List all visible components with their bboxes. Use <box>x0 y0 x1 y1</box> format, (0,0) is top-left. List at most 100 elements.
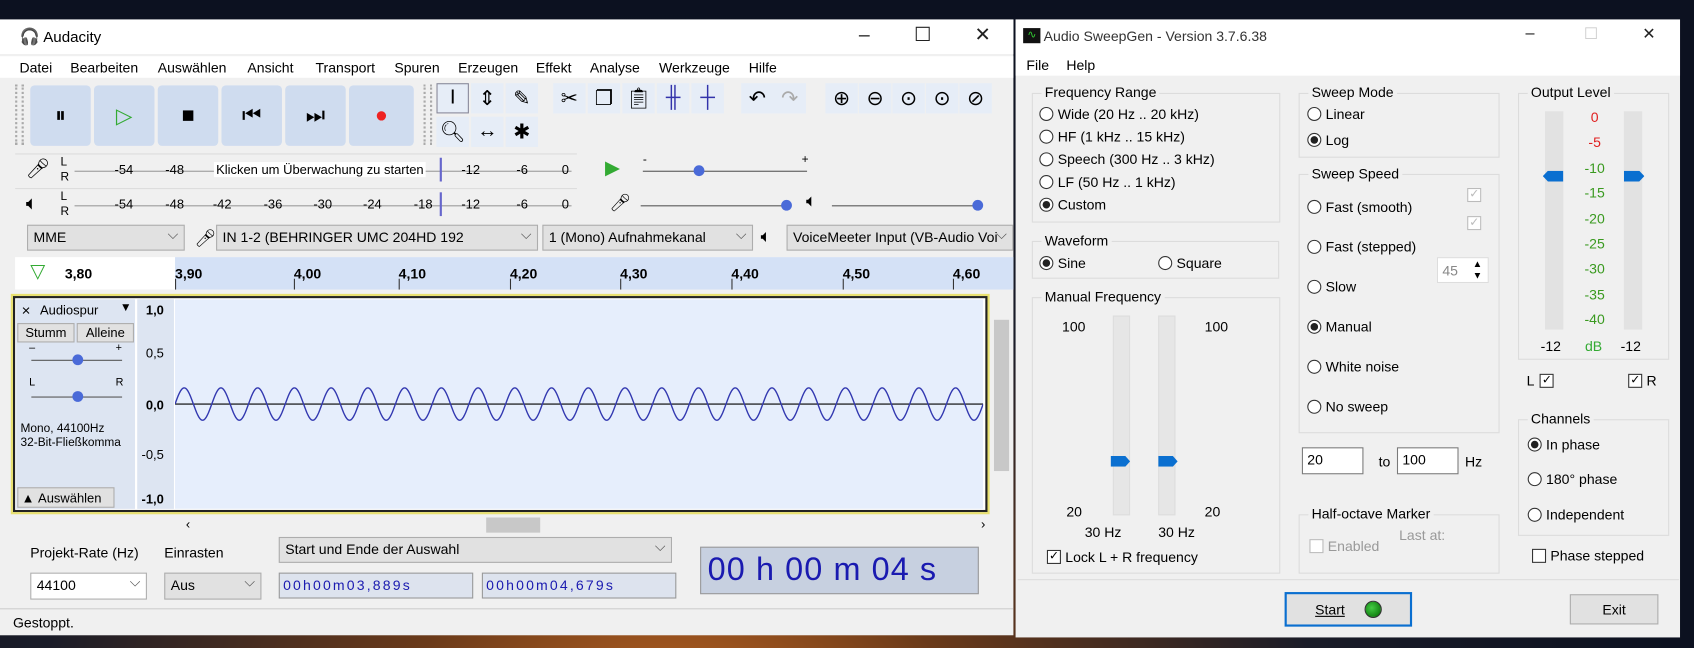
right-channel-checkbox[interactable]: ✓ R <box>1628 373 1657 389</box>
radio-frequency-range[interactable]: Custom <box>1039 197 1106 213</box>
recording-channels-select[interactable]: 1 (Mono) Aufnahmekanal <box>542 224 754 251</box>
monitor-hint[interactable]: Klicken um Überwachung zu starten <box>213 162 426 178</box>
radio-180-phase[interactable]: 180° phase <box>1527 471 1617 487</box>
radio-sweep-speed[interactable]: Manual <box>1307 319 1372 335</box>
phase-stepped-checkbox[interactable]: Phase stepped <box>1532 548 1644 564</box>
close-button[interactable]: ✕ <box>975 24 991 47</box>
recording-volume-slider[interactable] <box>781 199 792 211</box>
left-channel-checkbox[interactable]: L ✓ <box>1527 373 1559 389</box>
playback-meter[interactable]: 🔈︎ L R -54 -48 -42 -36 -30 -24 -18 -12 -6 0 <box>15 187 577 221</box>
envelope-tool-icon[interactable]: ⇕ <box>471 83 504 114</box>
track-name-menu[interactable]: Audiospur <box>40 303 98 318</box>
zoom-out-icon[interactable]: ⊖ <box>858 83 892 114</box>
left-level-slider[interactable] <box>1544 111 1564 330</box>
step-spinner[interactable]: 45 ▲ ▼ <box>1436 257 1489 284</box>
microphone-icon[interactable]: 🎤︎ <box>26 158 51 181</box>
trim-icon[interactable]: ╫ <box>656 83 690 114</box>
fit-selection-icon[interactable]: ⊙ <box>892 83 925 114</box>
radio-frequency-range[interactable]: HF (1 kHz .. 15 kHz) <box>1039 129 1185 145</box>
right-level-slider[interactable] <box>1623 111 1643 330</box>
track-close-button[interactable]: × <box>22 301 31 318</box>
radio-frequency-range[interactable]: Speech (300 Hz .. 3 kHz) <box>1039 151 1215 167</box>
minimize-button[interactable]: – <box>1526 24 1535 42</box>
radio-in-phase[interactable]: In phase <box>1527 436 1600 453</box>
fit-project-icon[interactable]: ⊙ <box>925 83 959 114</box>
play-button[interactable]: ▷ <box>93 85 155 146</box>
radio-sweep-speed[interactable]: Fast (stepped) <box>1307 239 1416 255</box>
radio-linear[interactable]: Linear <box>1307 106 1365 122</box>
recording-device-select[interactable]: IN 1-2 (BEHRINGER UMC 204HD 192 <box>216 224 539 251</box>
cut-icon[interactable]: ✂ <box>553 83 586 114</box>
zoom-in-icon[interactable]: ⊕ <box>825 83 858 114</box>
selection-end-time[interactable]: 00h00m04,679s <box>481 572 677 599</box>
stop-button[interactable]: ■ <box>157 85 219 146</box>
left-frequency-slider[interactable] <box>1112 315 1131 516</box>
menu-datei[interactable]: Datei <box>19 59 52 75</box>
menu-effekt[interactable]: Effekt <box>536 59 572 75</box>
undo-icon[interactable]: ↶ <box>741 83 774 114</box>
menu-auswaehlen[interactable]: Auswählen <box>158 59 227 75</box>
radio-sweep-speed[interactable]: No sweep <box>1307 399 1388 415</box>
zoom-toggle-icon[interactable]: ⊘ <box>959 83 992 114</box>
mute-button[interactable]: Stumm <box>17 323 75 343</box>
snap-select[interactable]: Aus <box>164 572 262 600</box>
playback-device-select[interactable]: VoiceMeeter Input (VB-Audio Voi <box>786 224 1014 251</box>
menu-ansicht[interactable]: Ansicht <box>247 59 293 75</box>
speed-slider-thumb[interactable] <box>693 165 705 177</box>
playback-volume-slider[interactable] <box>972 199 984 211</box>
multi-tool-icon[interactable]: ✱ <box>505 116 539 147</box>
right-frequency-slider[interactable] <box>1158 315 1176 516</box>
radio-log[interactable]: Log <box>1307 132 1349 148</box>
minimize-button[interactable]: – <box>859 24 870 47</box>
selection-start-time[interactable]: 00h00m03,889s <box>278 572 474 599</box>
audio-host-select[interactable]: MME <box>27 224 185 251</box>
play-at-speed-icon[interactable]: ▶ <box>605 157 620 180</box>
radio-sweep-speed[interactable]: White noise <box>1307 359 1399 375</box>
vertical-scrollbar[interactable] <box>991 296 1012 513</box>
menu-bearbeiten[interactable]: Bearbeiten <box>70 59 138 75</box>
menu-help[interactable]: Help <box>1066 57 1095 73</box>
horizontal-scrollbar[interactable]: ‹ › <box>172 516 992 534</box>
skip-start-button[interactable]: ⏮ <box>221 85 282 146</box>
menu-spuren[interactable]: Spuren <box>394 59 439 75</box>
to-frequency-input[interactable]: 100 <box>1396 447 1459 475</box>
radio-sweep-speed[interactable]: Fast (smooth) <box>1307 199 1412 215</box>
exit-button[interactable]: Exit <box>1569 594 1659 625</box>
maximize-button[interactable]: ☐ <box>914 24 931 47</box>
copy-icon[interactable]: ❐ <box>587 83 621 114</box>
menu-erzeugen[interactable]: Erzeugen <box>458 59 518 75</box>
spin-up-icon[interactable]: ▲ <box>1473 258 1483 269</box>
horizontal-scroll-thumb[interactable] <box>486 517 541 533</box>
project-rate-select[interactable]: 44100 <box>30 572 147 600</box>
draw-tool-icon[interactable]: ✎ <box>505 83 539 114</box>
speaker-icon[interactable]: 🔈︎ <box>26 192 38 215</box>
audio-position-time[interactable]: 00 h 00 m 04 s <box>700 546 979 595</box>
solo-button[interactable]: Alleine <box>76 323 134 343</box>
waveform[interactable] <box>175 299 984 509</box>
lock-frequency-checkbox[interactable]: ✓ Lock L + R frequency <box>1046 549 1198 565</box>
pause-button[interactable]: ⏸ <box>30 85 91 146</box>
timeline-ruler[interactable]: ▽ 3,80 3,90 4,00 4,10 4,20 4,30 4,40 4,50 4,60 <box>15 257 1014 290</box>
menu-werkzeuge[interactable]: Werkzeuge <box>659 59 730 75</box>
radio-frequency-range[interactable]: Wide (20 Hz .. 20 kHz) <box>1039 106 1199 122</box>
close-button[interactable]: ✕ <box>1642 24 1656 43</box>
paste-icon[interactable]: 📋︎ <box>622 83 655 114</box>
gain-slider[interactable] <box>72 354 84 366</box>
menu-file[interactable]: File <box>1026 57 1049 73</box>
radio-independent[interactable]: Independent <box>1527 507 1624 523</box>
timeshift-tool-icon[interactable]: ↔ <box>471 116 504 147</box>
menu-hilfe[interactable]: Hilfe <box>749 59 777 75</box>
from-frequency-input[interactable]: 20 <box>1301 447 1364 475</box>
start-button[interactable]: Start <box>1284 592 1413 627</box>
radio-sweep-speed[interactable]: Slow <box>1307 279 1356 295</box>
silence-icon[interactable]: ┼ <box>691 83 724 114</box>
spin-down-icon[interactable]: ▼ <box>1473 270 1483 281</box>
menu-analyse[interactable]: Analyse <box>590 59 640 75</box>
select-track-button[interactable]: ▲ Auswählen <box>17 487 115 508</box>
radio-frequency-range[interactable]: LF (50 Hz .. 1 kHz) <box>1039 174 1176 190</box>
record-meter[interactable]: 🎤︎ L R -54 -48 Klicken um Überwachung zu… <box>15 153 577 186</box>
radio-sine[interactable]: Sine <box>1039 255 1086 271</box>
pan-slider[interactable] <box>72 391 84 402</box>
radio-square[interactable]: Square <box>1158 255 1222 271</box>
record-button[interactable]: ● <box>348 85 414 146</box>
